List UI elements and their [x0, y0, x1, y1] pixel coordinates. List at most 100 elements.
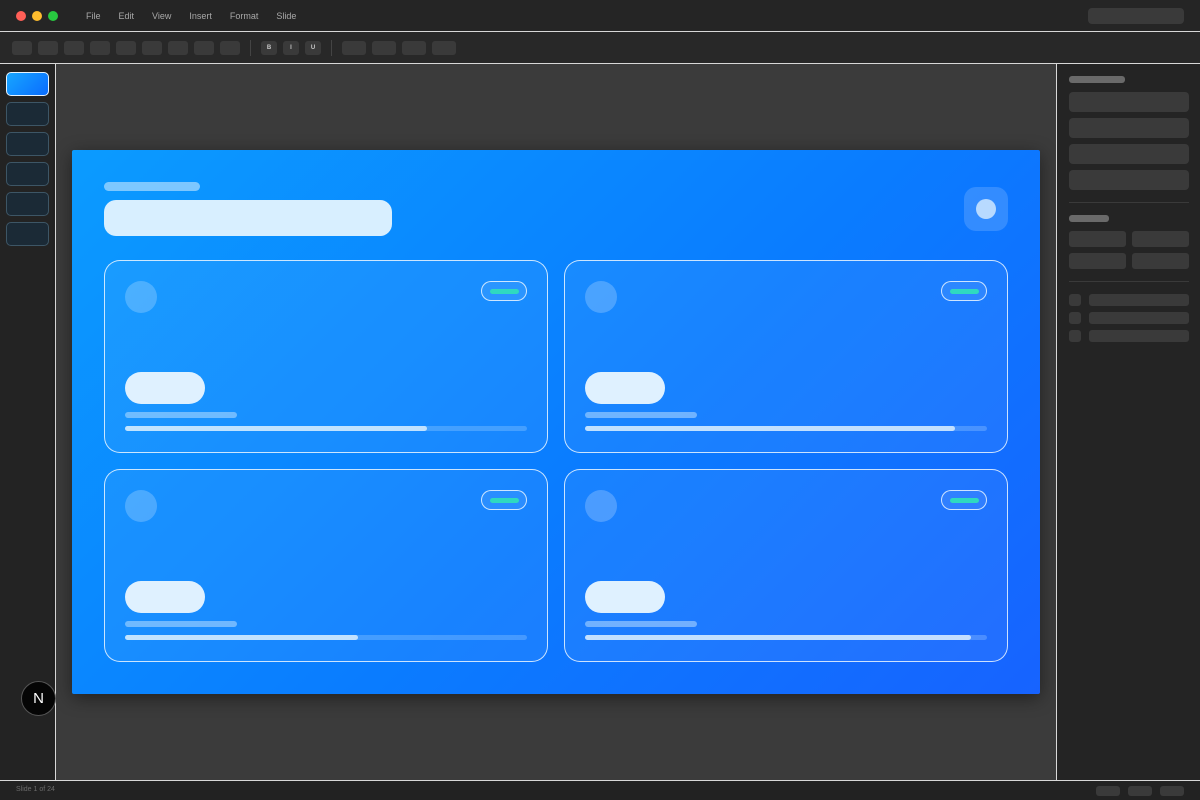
property-field-small[interactable]: [1069, 231, 1126, 247]
card-avatar: [585, 281, 617, 313]
menu-edit[interactable]: Edit: [119, 11, 135, 21]
status-badge: [941, 281, 987, 301]
option-checkbox[interactable]: [1069, 294, 1081, 306]
option-label: [1089, 312, 1189, 324]
slide-thumbnail-3[interactable]: [6, 132, 49, 156]
progress-fill: [125, 426, 427, 431]
card-avatar: [125, 490, 157, 522]
status-badge-fill: [950, 498, 979, 503]
property-field[interactable]: [1069, 92, 1189, 112]
slide-indicator: Slide 1 of 24: [16, 786, 55, 793]
toolbar-button[interactable]: [402, 41, 426, 55]
metric-card[interactable]: [104, 469, 548, 662]
metric-card[interactable]: [564, 260, 1008, 453]
status-badge: [941, 490, 987, 510]
minimize-window-button[interactable]: [32, 11, 42, 21]
properties-section-label: [1069, 215, 1109, 222]
toolbar-button[interactable]: [64, 41, 84, 55]
menu-bar: File Edit View Insert Format Slide: [86, 0, 314, 32]
card-value-placeholder: [125, 372, 205, 404]
slides-panel: [0, 64, 56, 780]
property-field-small[interactable]: [1069, 253, 1126, 269]
bold-button[interactable]: B: [261, 41, 277, 55]
menu-slide[interactable]: Slide: [276, 11, 296, 21]
slide-eyebrow-placeholder: [104, 182, 200, 191]
toolbar-button[interactable]: [194, 41, 214, 55]
property-field[interactable]: [1069, 144, 1189, 164]
option-label: [1089, 294, 1189, 306]
toolbar-button[interactable]: [116, 41, 136, 55]
progress-track: [585, 426, 987, 431]
toolbar-button[interactable]: [220, 41, 240, 55]
status-badge-fill: [490, 289, 519, 294]
toolbar-button[interactable]: [168, 41, 188, 55]
close-window-button[interactable]: [16, 11, 26, 21]
metric-card[interactable]: [564, 469, 1008, 662]
menu-view[interactable]: View: [152, 11, 171, 21]
slide-thumbnail-5[interactable]: [6, 192, 49, 216]
card-caption-placeholder: [125, 412, 237, 418]
properties-section-label: [1069, 76, 1125, 83]
panel-divider: [1069, 281, 1189, 282]
progress-track: [125, 426, 527, 431]
card-value-placeholder: [585, 372, 665, 404]
status-badge: [481, 281, 527, 301]
status-button[interactable]: [1128, 786, 1152, 796]
property-field[interactable]: [1069, 170, 1189, 190]
toolbar-button[interactable]: [342, 41, 366, 55]
toolbar-divider: [331, 40, 332, 56]
toolbar-button[interactable]: [90, 41, 110, 55]
panel-divider: [1069, 202, 1189, 203]
underline-button[interactable]: U: [305, 41, 321, 55]
card-avatar: [585, 490, 617, 522]
card-caption-placeholder: [585, 412, 697, 418]
toolbar: B I U: [0, 32, 1200, 64]
slide-thumbnail-4[interactable]: [6, 162, 49, 186]
slide-thumbnail-6[interactable]: [6, 222, 49, 246]
toolbar-button[interactable]: [38, 41, 58, 55]
toolbar-button[interactable]: [142, 41, 162, 55]
progress-fill: [585, 426, 955, 431]
menu-file[interactable]: File: [86, 11, 101, 21]
slide[interactable]: [72, 150, 1040, 694]
menu-insert[interactable]: Insert: [189, 11, 212, 21]
maximize-window-button[interactable]: [48, 11, 58, 21]
status-button[interactable]: [1096, 786, 1120, 796]
canvas-area: [56, 64, 1056, 780]
slide-thumbnail-1[interactable]: [6, 72, 49, 96]
property-field-small[interactable]: [1132, 253, 1189, 269]
status-badge-fill: [490, 498, 519, 503]
menu-format[interactable]: Format: [230, 11, 259, 21]
slide-title-placeholder[interactable]: [104, 200, 392, 236]
toolbar-button[interactable]: [372, 41, 396, 55]
slide-thumbnail-2[interactable]: [6, 102, 49, 126]
property-field[interactable]: [1069, 118, 1189, 138]
status-badge: [481, 490, 527, 510]
metric-card[interactable]: [104, 260, 548, 453]
card-value-placeholder: [125, 581, 205, 613]
title-bar: File Edit View Insert Format Slide: [0, 0, 1200, 32]
status-bar: Slide 1 of 24: [0, 780, 1200, 800]
card-caption-placeholder: [125, 621, 237, 627]
italic-button[interactable]: I: [283, 41, 299, 55]
properties-panel: [1056, 64, 1200, 780]
toolbar-button[interactable]: [12, 41, 32, 55]
option-label: [1089, 330, 1189, 342]
status-badge-fill: [950, 289, 979, 294]
progress-track: [125, 635, 527, 640]
n-logo-icon[interactable]: N: [21, 681, 56, 716]
slide-icon-button[interactable]: [964, 187, 1008, 231]
progress-fill: [585, 635, 971, 640]
property-field-small[interactable]: [1132, 231, 1189, 247]
toolbar-button[interactable]: [432, 41, 456, 55]
progress-fill: [125, 635, 359, 640]
search-field[interactable]: [1088, 8, 1184, 24]
option-checkbox[interactable]: [1069, 312, 1081, 324]
option-checkbox[interactable]: [1069, 330, 1081, 342]
card-caption-placeholder: [585, 621, 697, 627]
circle-icon: [976, 199, 996, 219]
toolbar-divider: [250, 40, 251, 56]
progress-track: [585, 635, 987, 640]
card-value-placeholder: [585, 581, 665, 613]
status-button[interactable]: [1160, 786, 1184, 796]
